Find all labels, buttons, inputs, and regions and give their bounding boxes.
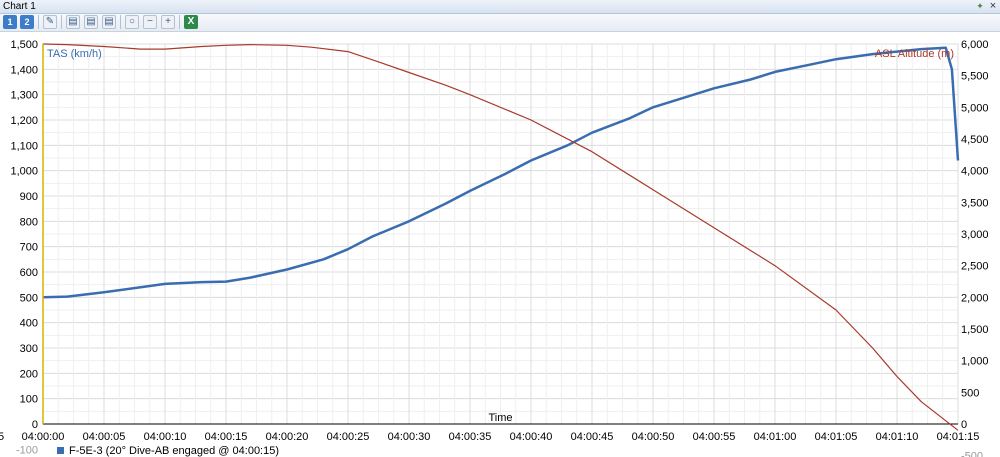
chart-grid bbox=[42, 43, 959, 425]
left-tick-label: 600 bbox=[20, 267, 38, 279]
x-tick-label: 04:01:15 bbox=[937, 431, 980, 443]
chart-settings-1-icon[interactable]: ▤ bbox=[66, 15, 80, 29]
left-tick-label: 300 bbox=[20, 343, 38, 355]
left-tick-label: 1,000 bbox=[10, 166, 38, 178]
left-axis-ticks: -100 0 100 200 300 400 500 600 700 800 900 1,000 1,1… bbox=[10, 39, 38, 456]
wrench-icon[interactable]: ✎ bbox=[43, 15, 57, 29]
right-tick-label: 1,000 bbox=[961, 356, 989, 368]
x-tick-label: 04:00:25 bbox=[327, 431, 370, 443]
right-axis-label: ASL Altitude (m) bbox=[875, 48, 954, 60]
right-tick-label: 5,000 bbox=[961, 102, 989, 114]
x-tick-label: 04:00:40 bbox=[510, 431, 553, 443]
left-tick-label: 1,300 bbox=[10, 90, 38, 102]
chart-area[interactable]: -100 0 100 200 300 400 500 600 700 800 900 1,000 1,1… bbox=[0, 32, 1000, 457]
zoom-in-icon[interactable]: + bbox=[161, 15, 175, 29]
legend-entry: F-5E-3 (20° Dive-AB engaged @ 04:00:15) bbox=[69, 445, 279, 457]
x-tick-label: 04:00:05 bbox=[83, 431, 126, 443]
toolbar-separator bbox=[120, 15, 121, 29]
right-tick-label: 5,500 bbox=[961, 71, 989, 83]
x-axis-ticks: 04:00:00 04:00:05 04:00:10 04:00:15 04:00:20… bbox=[22, 431, 980, 443]
x-tick-label: 04:01:05 bbox=[815, 431, 858, 443]
close-icon[interactable]: × bbox=[988, 1, 998, 12]
right-tick-label: -500 bbox=[961, 451, 983, 457]
left-tick-label: 1,400 bbox=[10, 64, 38, 76]
left-tick-label: 1,200 bbox=[10, 115, 38, 127]
left-tick-label: 900 bbox=[20, 191, 38, 203]
right-tick-label: 2,000 bbox=[961, 292, 989, 304]
toolbar-separator bbox=[61, 15, 62, 29]
chart-2-button[interactable]: 2 bbox=[20, 15, 34, 29]
x-tick-label: 04:00:00 bbox=[22, 431, 65, 443]
x-axis-label: Time bbox=[488, 412, 512, 424]
right-tick-label: 500 bbox=[961, 387, 979, 399]
right-tick-label: 1,500 bbox=[961, 324, 989, 336]
chart-settings-3-icon[interactable]: ▤ bbox=[102, 15, 116, 29]
right-tick-label: 4,500 bbox=[961, 134, 989, 146]
right-tick-label: 0 bbox=[961, 419, 967, 431]
x-tick-partial-label: 5 bbox=[0, 431, 4, 443]
toolbar-separator bbox=[38, 15, 39, 29]
excel-export-icon[interactable]: X bbox=[184, 15, 198, 29]
x-tick-label: 04:00:45 bbox=[571, 431, 614, 443]
chart-1-button[interactable]: 1 bbox=[3, 15, 17, 29]
left-tick-label: 1,500 bbox=[10, 39, 38, 51]
left-tick-label: 800 bbox=[20, 216, 38, 228]
window-title: Chart 1 bbox=[3, 1, 36, 12]
right-tick-label: 6,000 bbox=[961, 39, 989, 51]
x-tick-label: 04:01:00 bbox=[754, 431, 797, 443]
right-tick-label: 3,500 bbox=[961, 197, 989, 209]
right-tick-label: 4,000 bbox=[961, 166, 989, 178]
left-tick-label: 0 bbox=[32, 419, 38, 431]
x-tick-label: 04:00:30 bbox=[388, 431, 431, 443]
left-tick-label: 400 bbox=[20, 318, 38, 330]
zoom-icon[interactable]: ○ bbox=[125, 15, 139, 29]
x-tick-label: 04:00:15 bbox=[205, 431, 248, 443]
left-tick-label: 100 bbox=[20, 394, 38, 406]
left-tick-label: -100 bbox=[16, 444, 38, 456]
x-tick-label: 04:00:20 bbox=[266, 431, 309, 443]
pin-icon[interactable]: ✦ bbox=[975, 2, 985, 11]
chart-toolbar: 1 2 ✎ ▤ ▤ ▤ ○ − + X bbox=[0, 14, 1000, 32]
x-tick-label: 04:00:35 bbox=[449, 431, 492, 443]
zoom-out-icon[interactable]: − bbox=[143, 15, 157, 29]
left-tick-label: 200 bbox=[20, 368, 38, 380]
right-tick-label: 3,000 bbox=[961, 229, 989, 241]
chart-settings-2-icon[interactable]: ▤ bbox=[84, 15, 98, 29]
right-axis-ticks: -500 0 500 1,000 1,500 2,000 2,500 3,000 3,500 4,… bbox=[961, 39, 989, 457]
toolbar-separator bbox=[179, 15, 180, 29]
x-tick-label: 04:00:50 bbox=[632, 431, 675, 443]
left-tick-label: 500 bbox=[20, 292, 38, 304]
right-tick-label: 2,500 bbox=[961, 261, 989, 273]
x-tick-label: 04:00:10 bbox=[144, 431, 187, 443]
left-tick-label: 700 bbox=[20, 242, 38, 254]
window-titlebar: Chart 1 ✦ × bbox=[0, 0, 1000, 14]
left-axis-label: TAS (km/h) bbox=[47, 48, 102, 60]
left-tick-label: 1,100 bbox=[10, 140, 38, 152]
x-tick-label: 04:00:55 bbox=[693, 431, 736, 443]
legend-swatch bbox=[57, 447, 64, 454]
x-tick-label: 04:01:10 bbox=[876, 431, 919, 443]
